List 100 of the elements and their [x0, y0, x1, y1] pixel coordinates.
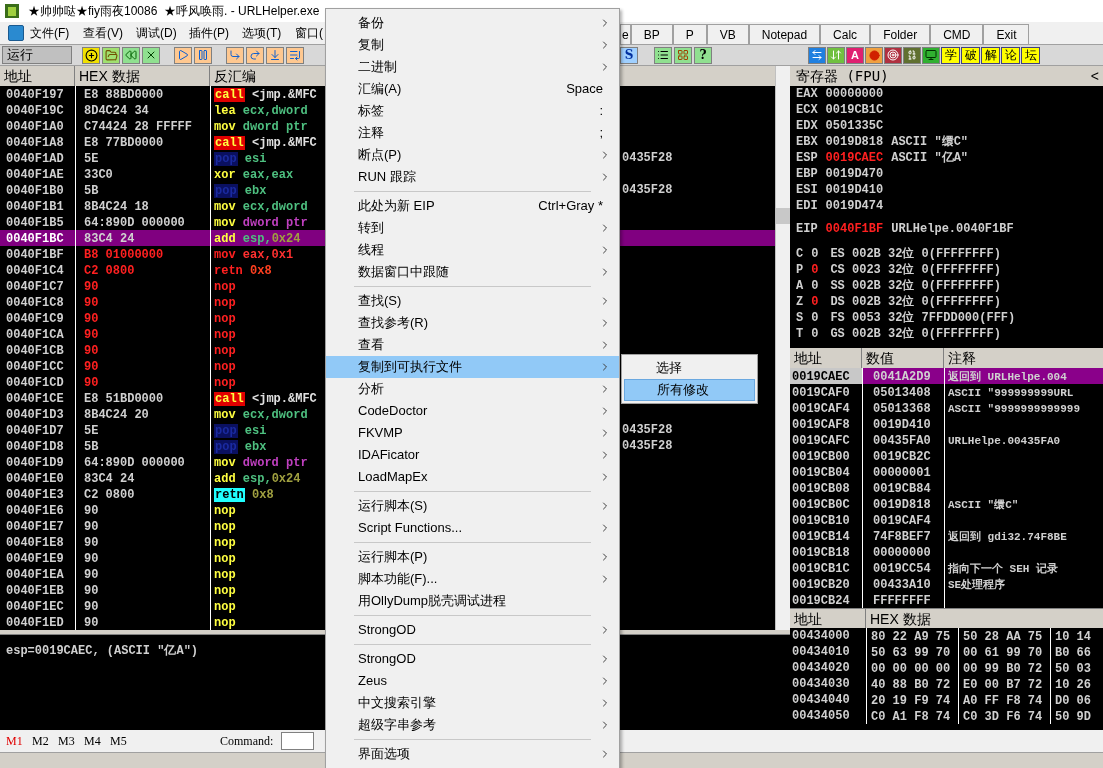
stack-row[interactable]: 0019CB10 0019CAF4	[790, 512, 1103, 528]
context-menu-item[interactable]: 中文搜索引擎	[326, 692, 619, 714]
target-icon[interactable]	[884, 46, 902, 64]
context-menu-item[interactable]: 复制	[326, 34, 619, 56]
plus-circle-icon[interactable]	[82, 46, 100, 64]
marker-tab[interactable]: M3	[58, 732, 78, 750]
context-menu-item[interactable]: 运行脚本(P)	[326, 546, 619, 568]
monitor-icon[interactable]	[922, 46, 940, 64]
address-cell[interactable]: 0040F1CD	[0, 374, 75, 390]
context-menu-item[interactable]: 查找参考(R)	[326, 312, 619, 334]
address-cell[interactable]: 0040F1D9	[0, 454, 75, 470]
address-cell[interactable]: 0040F1E7	[0, 518, 75, 534]
context-menu-item[interactable]: CodeDoctor	[326, 400, 619, 422]
stack-row[interactable]: 0019CB18 00000000	[790, 544, 1103, 560]
context-menu-item[interactable]: 界面选项	[326, 743, 619, 765]
collapse-button[interactable]: <	[1090, 65, 1099, 87]
address-cell[interactable]: 0040F1EB	[0, 582, 75, 598]
stack-row[interactable]: 0019CB08 0019CB84	[790, 480, 1103, 496]
address-cell[interactable]: 0040F1C4	[0, 262, 75, 278]
tool-tab[interactable]: Exit	[983, 24, 1030, 44]
address-cell[interactable]: 0040F1C7	[0, 278, 75, 294]
submenu-item[interactable]: 选择	[624, 357, 755, 379]
context-menu-item[interactable]: 用OllyDump脱壳调试进程	[326, 590, 619, 612]
a-button[interactable]: A	[846, 46, 864, 64]
forum-char-button[interactable]: 破	[961, 46, 980, 64]
address-cell[interactable]: 0040F1D3	[0, 406, 75, 422]
address-cell[interactable]: 0040F1C9	[0, 310, 75, 326]
context-menu-item[interactable]: StrongOD	[326, 619, 619, 641]
stack-row[interactable]: 0019CAFC 00435FA0 URLHelpe.00435FA0	[790, 432, 1103, 448]
tool-tab[interactable]: Notepad	[748, 24, 821, 44]
address-cell[interactable]: 0040F19C	[0, 102, 75, 118]
forum-char-button[interactable]: 坛	[1021, 46, 1040, 64]
record-icon[interactable]	[865, 46, 883, 64]
context-menu-item[interactable]: 断点(P)	[326, 144, 619, 166]
forum-char-button[interactable]: 论	[1001, 46, 1020, 64]
context-menu-item[interactable]: 运行脚本(S)	[326, 495, 619, 517]
context-menu-item[interactable]: 标签 :	[326, 100, 619, 122]
swap-icon[interactable]	[808, 46, 826, 64]
address-cell[interactable]: 0040F1D7	[0, 422, 75, 438]
scrollbar[interactable]	[775, 66, 790, 630]
step-into-icon[interactable]	[226, 46, 244, 64]
forum-char-button[interactable]: 学	[941, 46, 960, 64]
context-menu-item[interactable]: 注释 ;	[326, 122, 619, 144]
tool-tab[interactable]: CMD	[930, 24, 984, 44]
address-cell[interactable]: 0040F1AD	[0, 150, 75, 166]
address-cell[interactable]: 0040F1B5	[0, 214, 75, 230]
step-over-icon[interactable]	[246, 46, 264, 64]
context-menu-item[interactable]: 分析	[326, 378, 619, 400]
address-cell[interactable]: 0040F1D8	[0, 438, 75, 454]
context-menu-item[interactable]: 备份	[326, 12, 619, 34]
address-cell[interactable]: 0040F1EA	[0, 566, 75, 582]
address-cell[interactable]: 0040F1CC	[0, 358, 75, 374]
binary-icon[interactable]	[903, 46, 921, 64]
stack-row[interactable]: 0019CB20 00433A10 SE处理程序	[790, 576, 1103, 592]
arrows-icon[interactable]	[827, 46, 845, 64]
menu-item[interactable]: 窗口(	[295, 24, 323, 42]
trace-into-icon[interactable]	[266, 46, 284, 64]
address-cell[interactable]: 0040F1A0	[0, 118, 75, 134]
stack-row[interactable]: 0019CAF0 05013408 ASCII "999999999URL	[790, 384, 1103, 400]
tool-tab[interactable]: BP	[630, 24, 673, 44]
address-cell[interactable]: 0040F1B1	[0, 198, 75, 214]
context-menu-item[interactable]: LoadMapEx	[326, 466, 619, 488]
menu-item[interactable]: 文件(F)	[30, 24, 70, 42]
marker-tab[interactable]: M2	[32, 732, 52, 750]
context-menu-item[interactable]: 数据窗口中跟随	[326, 261, 619, 283]
context-menu-item[interactable]: 线程	[326, 239, 619, 261]
address-cell[interactable]: 0040F1E0	[0, 470, 75, 486]
forum-char-button[interactable]: 解	[981, 46, 1000, 64]
stack-row[interactable]: 0019CAF4 05013368 ASCII "9999999999999	[790, 400, 1103, 416]
context-menu-item[interactable]: 此处为新 EIP Ctrl+Gray *	[326, 195, 619, 217]
address-cell[interactable]: 0040F1BF	[0, 246, 75, 262]
pause-icon[interactable]	[194, 46, 212, 64]
tool-tab[interactable]: VB	[706, 24, 749, 44]
context-menu-item[interactable]: IDAFicator	[326, 444, 619, 466]
marker-tab[interactable]: M4	[84, 732, 104, 750]
address-cell[interactable]: 0040F1CB	[0, 342, 75, 358]
menu-item[interactable]: 调试(D)	[136, 24, 177, 42]
context-menu-item[interactable]: 复制到可执行文件	[326, 356, 619, 378]
context-menu-item[interactable]: 脚本功能(F)...	[326, 568, 619, 590]
context-menu-item[interactable]: FKVMP	[326, 422, 619, 444]
marker-tab[interactable]: M1	[6, 732, 26, 750]
grid-icon[interactable]	[674, 46, 692, 64]
address-cell[interactable]: 0040F1A8	[0, 134, 75, 150]
address-cell[interactable]: 0040F1AE	[0, 166, 75, 182]
stack-row[interactable]: 0019CB0C 0019D818 ASCII "缳C"	[790, 496, 1103, 512]
s-button[interactable]: S	[620, 46, 638, 64]
context-menu-item[interactable]: RUN 跟踪	[326, 166, 619, 188]
menu-item[interactable]: 选项(T)	[242, 24, 282, 42]
address-cell[interactable]: 0040F1EC	[0, 598, 75, 614]
address-cell[interactable]: 0040F1E8	[0, 534, 75, 550]
trace-over-icon[interactable]	[286, 46, 304, 64]
address-cell[interactable]: 0040F1E3	[0, 486, 75, 502]
stack-row[interactable]: 0019CAF8 0019D410	[790, 416, 1103, 432]
stack-row[interactable]: 0019CB04 00000001	[790, 464, 1103, 480]
address-cell[interactable]: 0040F1C8	[0, 294, 75, 310]
context-menu-item[interactable]: StrongOD	[326, 648, 619, 670]
context-menu-item[interactable]: Zeus	[326, 670, 619, 692]
menu-item[interactable]: 插件(P)	[189, 24, 229, 42]
stack-row[interactable]: 0019CB1C 0019CC54 指向下一个 SEH 记录	[790, 560, 1103, 576]
help-button[interactable]: ?	[694, 46, 712, 64]
